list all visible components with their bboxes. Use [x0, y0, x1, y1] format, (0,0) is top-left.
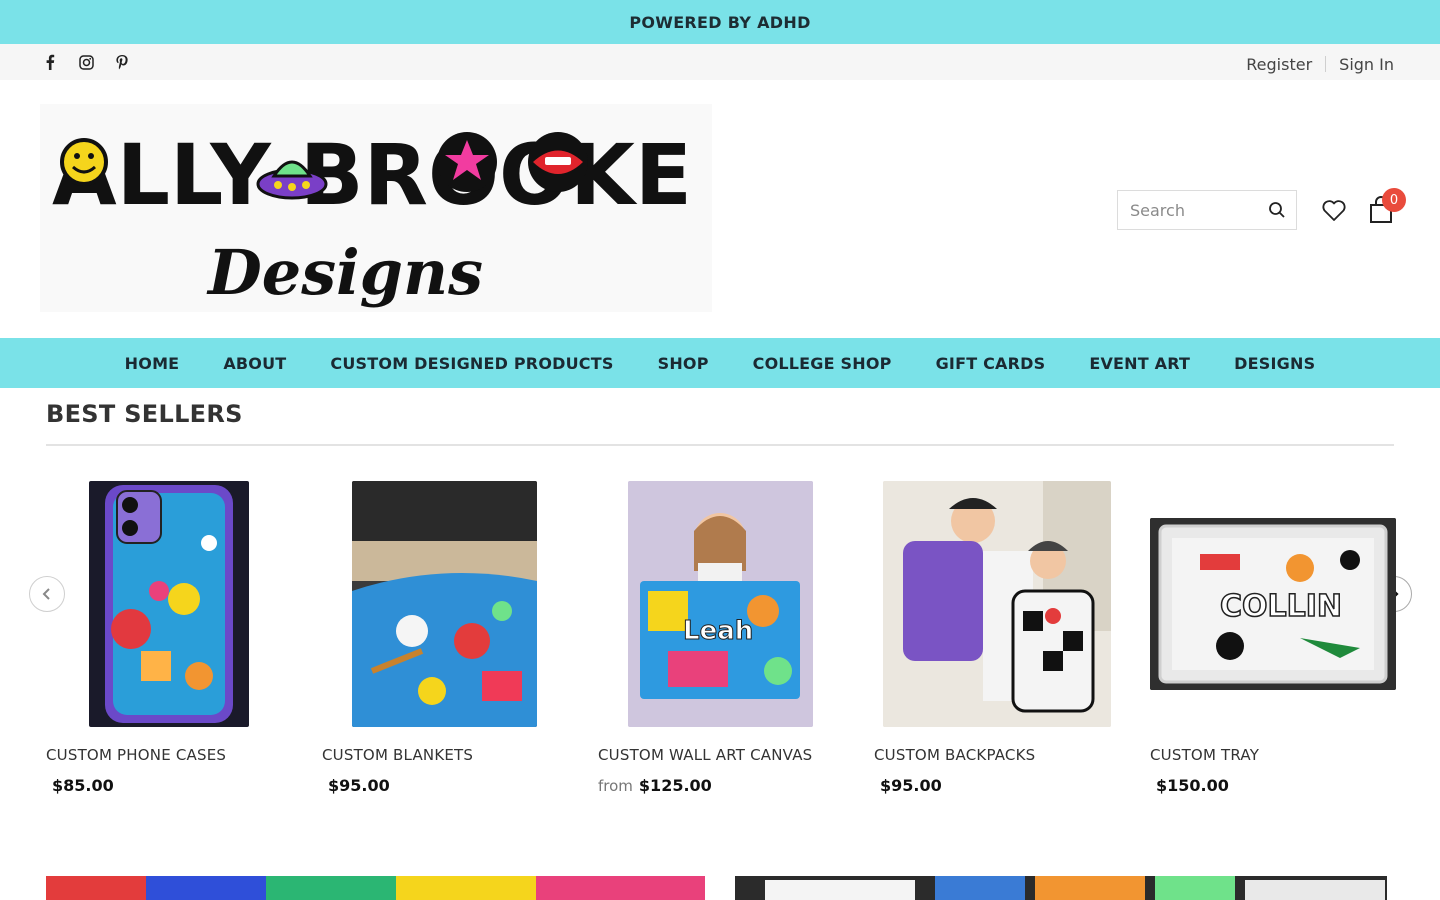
product-price: $85.00 — [46, 776, 114, 795]
search-input[interactable] — [1118, 191, 1258, 229]
pinterest-icon[interactable] — [112, 52, 132, 72]
product-price: $95.00 — [322, 776, 390, 795]
section-divider — [46, 444, 1394, 446]
price-value: $150.00 — [1156, 776, 1229, 795]
price-value: $95.00 — [328, 776, 390, 795]
search-icon[interactable] — [1268, 201, 1286, 219]
instagram-icon[interactable] — [76, 52, 96, 72]
social-links — [40, 44, 132, 80]
product-title[interactable]: CUSTOM WALL ART CANVAS — [598, 746, 812, 764]
nav-college-shop[interactable]: COLLEGE SHOP — [731, 354, 914, 373]
product-image[interactable] — [874, 470, 1114, 740]
price-value: $85.00 — [52, 776, 114, 795]
nav-custom-designed-products[interactable]: CUSTOM DESIGNED PRODUCTS — [308, 354, 635, 373]
product-price: from $125.00 — [598, 776, 712, 795]
product-title[interactable]: CUSTOM TRAY — [1150, 746, 1259, 764]
announcement-text: POWERED BY ADHD — [629, 12, 811, 32]
svg-text:COLLIN: COLLIN — [1220, 589, 1342, 624]
nav-gift-cards[interactable]: GIFT CARDS — [914, 354, 1068, 373]
product-image[interactable] — [46, 470, 286, 740]
product-card[interactable]: CUSTOM BACKPACKS $95.00 — [874, 470, 1114, 795]
product-image[interactable]: Leah — [598, 470, 838, 740]
best-sellers-title: BEST SELLERS — [46, 400, 243, 428]
product-card[interactable]: Leah CUSTOM WALL ART CANVAS from $125.00 — [598, 470, 838, 795]
product-title[interactable]: CUSTOM BLANKETS — [322, 746, 473, 764]
search-box — [1117, 190, 1297, 230]
svg-text:Leah: Leah — [683, 616, 753, 646]
wishlist-heart-icon[interactable] — [1321, 198, 1347, 224]
product-price: $150.00 — [1150, 776, 1229, 795]
product-title[interactable]: CUSTOM BACKPACKS — [874, 746, 1035, 764]
nav-about[interactable]: ABOUT — [201, 354, 308, 373]
promo-banner-left[interactable] — [46, 876, 705, 900]
facebook-icon[interactable] — [40, 52, 60, 72]
svg-text:ALLY BROOKE: ALLY BROOKE — [52, 126, 692, 224]
account-links: Register Sign In — [1246, 44, 1394, 84]
product-card[interactable]: COLLIN CUSTOM TRAY $150.00 — [1150, 470, 1396, 795]
main-nav: HOME ABOUT CUSTOM DESIGNED PRODUCTS SHOP… — [0, 338, 1440, 388]
product-card[interactable]: CUSTOM BLANKETS $95.00 — [322, 470, 562, 795]
nav-home[interactable]: HOME — [103, 354, 202, 373]
top-bar: Register Sign In — [0, 44, 1440, 80]
sign-in-link[interactable]: Sign In — [1339, 55, 1394, 74]
divider — [1325, 56, 1327, 72]
promo-banner-right[interactable] — [735, 876, 1387, 900]
nav-shop[interactable]: SHOP — [636, 354, 731, 373]
cart-count-badge: 0 — [1382, 188, 1406, 212]
nav-designs[interactable]: DESIGNS — [1212, 354, 1337, 373]
svg-text:Designs: Designs — [206, 236, 483, 309]
price-value: $95.00 — [880, 776, 942, 795]
product-price: $95.00 — [874, 776, 942, 795]
register-link[interactable]: Register — [1246, 55, 1312, 74]
announcement-bar: POWERED BY ADHD — [0, 0, 1440, 44]
price-value: $125.00 — [638, 776, 712, 795]
product-image[interactable]: COLLIN — [1150, 470, 1396, 740]
product-image[interactable] — [322, 470, 562, 740]
product-title[interactable]: CUSTOM PHONE CASES — [46, 746, 226, 764]
product-card[interactable]: CUSTOM PHONE CASES $85.00 — [46, 470, 286, 795]
store-logo[interactable]: ALLY BROOKE Designs — [40, 104, 712, 312]
price-from: from — [598, 777, 633, 795]
nav-event-art[interactable]: EVENT ART — [1067, 354, 1212, 373]
